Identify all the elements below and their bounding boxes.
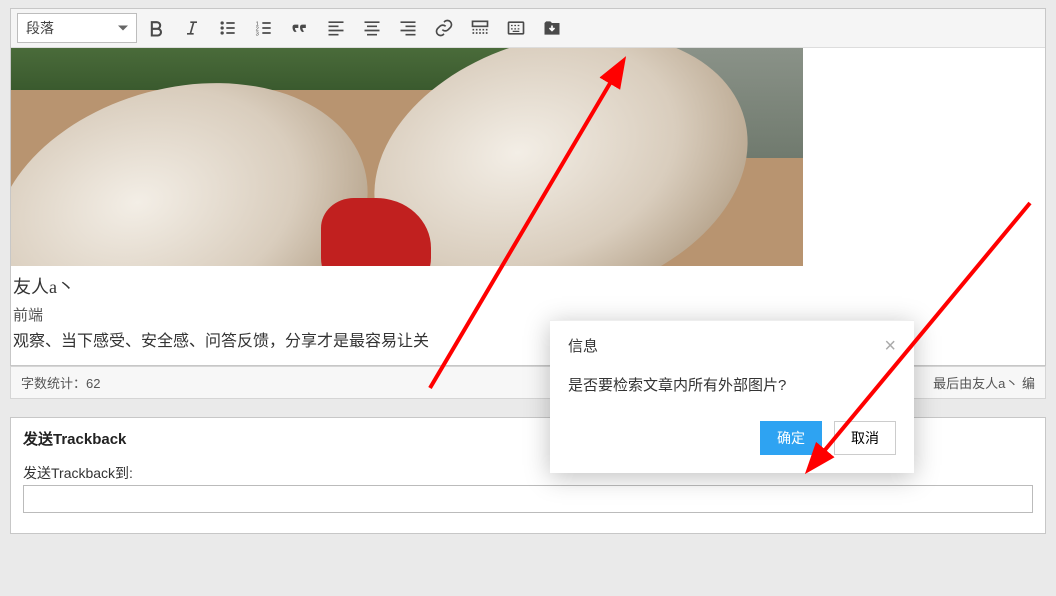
bullet-list-icon — [218, 18, 238, 38]
align-center-button[interactable] — [355, 13, 389, 43]
link-button[interactable] — [427, 13, 461, 43]
blockquote-icon — [290, 18, 310, 38]
toolbar-toggle-icon — [506, 18, 526, 38]
italic-button[interactable] — [175, 13, 209, 43]
read-more-button[interactable] — [463, 13, 497, 43]
align-left-icon — [326, 18, 346, 38]
confirm-button[interactable]: 确定 — [760, 421, 822, 455]
italic-icon — [182, 18, 202, 38]
numbered-list-button[interactable]: 123 — [247, 13, 281, 43]
bold-icon — [146, 18, 166, 38]
dialog-close-button[interactable]: × — [884, 336, 896, 356]
link-icon — [434, 18, 454, 38]
last-edited-by: 最后由友人a丶 编 — [933, 373, 1035, 392]
dialog-header: 信息 × — [550, 321, 914, 366]
editor-content-area[interactable]: 友人a丶 前端 观察、当下感受、安全感、问答反馈，分享才是最容易让关 更好的自己… — [11, 48, 1045, 365]
cancel-button[interactable]: 取消 — [834, 421, 896, 455]
align-left-button[interactable] — [319, 13, 353, 43]
align-center-icon — [362, 18, 382, 38]
dialog-title: 信息 — [568, 335, 598, 356]
word-count: 字数统计：62 — [21, 373, 100, 392]
trackback-input[interactable] — [23, 485, 1033, 513]
svg-text:3: 3 — [256, 32, 259, 38]
content-line-1: 友人a丶 — [13, 272, 1043, 303]
align-right-button[interactable] — [391, 13, 425, 43]
toolbar-toggle-button[interactable] — [499, 13, 533, 43]
align-right-icon — [398, 18, 418, 38]
numbered-list-icon: 123 — [254, 18, 274, 38]
download-image-icon — [542, 18, 562, 38]
dialog-message: 是否要检索文章内所有外部图片? — [550, 366, 914, 421]
read-more-icon — [470, 18, 490, 38]
close-icon: × — [884, 335, 896, 357]
content-image — [11, 48, 803, 266]
format-select[interactable]: 段落 — [17, 13, 137, 43]
format-select-label: 段落 — [26, 18, 54, 38]
blockquote-button[interactable] — [283, 13, 317, 43]
bold-button[interactable] — [139, 13, 173, 43]
editor-container: 段落 123 友人a丶 前端 观察、当下感受、安全感、问答反馈，分享才是最容易让… — [10, 8, 1046, 366]
editor-toolbar: 段落 123 — [11, 9, 1045, 48]
dialog-footer: 确定 取消 — [550, 421, 914, 473]
confirm-dialog: 信息 × 是否要检索文章内所有外部图片? 确定 取消 — [550, 320, 914, 473]
download-images-button[interactable] — [535, 13, 569, 43]
bullet-list-button[interactable] — [211, 13, 245, 43]
